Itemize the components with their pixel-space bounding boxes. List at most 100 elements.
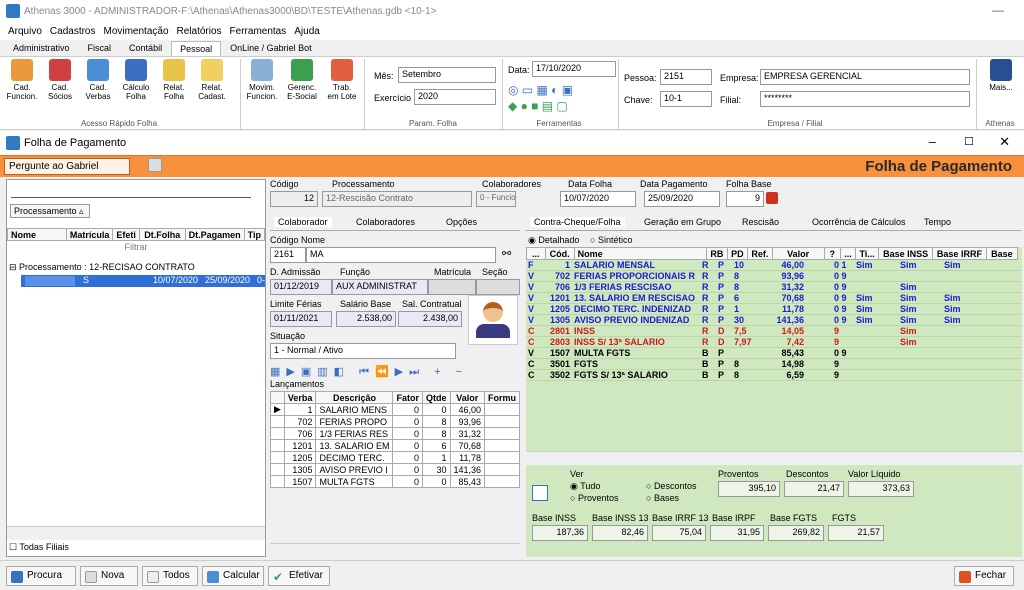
tab-contabil[interactable]: Contábil [120, 40, 171, 56]
cad-socios-button[interactable]: Cad. Sócios [42, 59, 78, 101]
trab-lote-button[interactable]: Trab. em Lote [324, 59, 360, 101]
movim-funcion-button[interactable]: Movim. Funcion. [244, 59, 280, 101]
print-icon[interactable] [532, 485, 548, 501]
col-fator[interactable]: Fator [392, 391, 423, 404]
table-row[interactable]: F 1 SALARIO MENSAL R P 10 46,00 0 1 Sim Sim Sim [526, 260, 1022, 271]
tab-rescisao[interactable]: Rescisão [742, 217, 779, 227]
table-row[interactable]: V 1305 AVISO PREVIO INDENIZAD R P 30 141,36 0 9… [526, 315, 1022, 326]
binoculars-icon[interactable]: ⚯ [502, 247, 511, 260]
alert-icon[interactable] [766, 192, 778, 204]
slider-track[interactable] [11, 184, 251, 198]
h-scrollbar[interactable] [7, 526, 265, 540]
filial-field[interactable]: ******** [760, 91, 970, 107]
data-pag-field[interactable]: 25/09/2020 [644, 191, 720, 207]
ver-proventos[interactable]: ○ Proventos [570, 493, 618, 503]
col-nome[interactable]: Nome [7, 228, 67, 241]
table-row[interactable]: C 3502 FGTS S/ 13ª SALARIO B P 8 6,59 9 [526, 370, 1022, 381]
tab-ocorrencia[interactable]: Ocorrência de Cálculos [812, 217, 906, 227]
table-row[interactable]: V 702 FERIAS PROPORCIONAIS R R P 8 93,96 0 9 [526, 271, 1022, 282]
table-row[interactable]: ▶ 1 SALARIO MENS 0 0 46,00 [270, 403, 521, 416]
col-formu[interactable]: Formu [484, 391, 521, 404]
tab-online[interactable]: OnLine / Gabriel Bot [221, 40, 321, 56]
table-row[interactable]: 1201 13. SALARIO EM 0 6 70,68 [270, 439, 521, 452]
menu-cadastros[interactable]: Cadastros [50, 26, 96, 37]
tab-pessoal[interactable]: Pessoal [171, 40, 222, 56]
menu-ferramentas[interactable]: Ferramentas [230, 26, 287, 37]
close-icon[interactable]: ✕ [999, 134, 1010, 150]
col-descricao[interactable]: Descrição [315, 391, 394, 404]
table-row[interactable]: C 2801 INSS R D 7,5 14,05 9 Sim [526, 326, 1022, 337]
colab-select[interactable]: 0 - Funcionários [476, 191, 516, 207]
radio-detalhado[interactable]: ◉ Detalhado [528, 235, 579, 246]
menu-relatorios[interactable]: Relatórios [177, 26, 222, 37]
table-row[interactable]: C 3501 FGTS B P 8 14,98 9 [526, 359, 1022, 370]
chave-field[interactable]: 10-1 [660, 91, 712, 107]
h-scrollbar[interactable] [526, 451, 1022, 463]
ver-bases[interactable]: ○ Bases [646, 493, 679, 503]
data-field[interactable]: 17/10/2020 [532, 61, 616, 77]
maximize-icon[interactable]: ☐ [964, 135, 974, 148]
menu-movimentacao[interactable]: Movimentação [103, 26, 168, 37]
efetivar-button[interactable]: ✔ Efetivar [268, 566, 330, 586]
relat-cadast-button[interactable]: Relat. Cadast. [194, 59, 230, 101]
cad-funcion-button[interactable]: Cad. Funcion. [4, 59, 40, 101]
tab-administrativo[interactable]: Administrativo [4, 40, 79, 56]
dadm-field[interactable]: 01/12/2019 [270, 279, 332, 295]
folha-base-field[interactable]: 9 [726, 191, 764, 207]
col-verba[interactable]: Verba [283, 391, 317, 404]
col-valor[interactable]: Valor [449, 391, 486, 404]
tab-colaboradores[interactable]: Colaboradores [356, 217, 415, 227]
fechar-button[interactable]: Fechar [954, 566, 1014, 586]
table-row[interactable]: C 2803 INSS S/ 13ª SALARIO R D 7,97 7,42 9 Sim [526, 337, 1022, 348]
table-row[interactable]: 1205 DECIMO TERC. 0 1 11,78 [270, 451, 521, 464]
calcular-button[interactable]: Calcular [202, 566, 264, 586]
todos-button[interactable]: Todos [142, 566, 198, 586]
matricula-field[interactable] [428, 279, 476, 295]
filter-row[interactable]: Filtrar [7, 242, 265, 252]
exercicio-select[interactable]: 2020 [414, 89, 496, 105]
toolbar-icons[interactable]: ◎ ▭ ▦ ◐ ▣ [508, 83, 573, 97]
pessoa-field[interactable]: 2151 [660, 69, 712, 85]
group-box[interactable]: Processamento ▵ [10, 204, 90, 218]
table-row[interactable]: 706 1/3 FERIAS RES 0 8 31,32 [270, 427, 521, 440]
col-qtde[interactable]: Qtde [421, 391, 451, 404]
procura-button[interactable]: Procura [6, 566, 76, 586]
table-row[interactable]: V 706 1/3 FERIAS RESCISAO R P 8 31,32 0 9 Sim [526, 282, 1022, 293]
toolbar-icons[interactable]: ◆ ● ■ ▤ ▢ [508, 99, 568, 113]
minimize-icon[interactable]: — [992, 3, 1004, 17]
tab-geracao-grupo[interactable]: Geração em Grupo [644, 217, 721, 227]
ver-descontos[interactable]: ○ Descontos [646, 481, 696, 491]
col-tip[interactable]: Tip [243, 228, 266, 241]
table-row[interactable]: 1507 MULTA FGTS 0 0 85,43 [270, 475, 521, 488]
group-row[interactable]: ⊟ Processamento : 12-RECISAO CONTRATO [9, 262, 195, 273]
radio-sintetico[interactable]: ○ Sintético [590, 235, 632, 245]
col-efeti[interactable]: Efeti [112, 228, 140, 241]
cad-verbas-button[interactable]: Cad. Verbas [80, 59, 116, 101]
relat-folha-button[interactable]: Relat. Folha [156, 59, 192, 101]
col-dtfolha[interactable]: Dt.Folha [138, 228, 186, 241]
salc-field[interactable]: 2.438,00 [398, 311, 462, 327]
salb-field[interactable]: 2.538,00 [336, 311, 396, 327]
gabriel-icon[interactable] [148, 158, 162, 172]
empresa-field[interactable]: EMPRESA GERENCIAL [760, 69, 970, 85]
col-matricula[interactable]: Matrícula [65, 228, 114, 241]
codigo-field[interactable]: 12 [270, 191, 318, 207]
menu-ajuda[interactable]: Ajuda [294, 26, 320, 37]
funcao-field[interactable]: AUX ADMINISTRAT [332, 279, 428, 295]
table-row[interactable]: V 1507 MULTA FGTS B P 85,43 0 9 [526, 348, 1022, 359]
table-row[interactable]: 702 FERIAS PROPO 0 8 93,96 [270, 415, 521, 428]
secao-field[interactable] [476, 279, 520, 295]
mais-button[interactable]: Mais... [982, 59, 1020, 92]
table-row[interactable]: V 1205 DECIMO TERC. INDENIZAD R P 1 11,78 0 9 Si… [526, 304, 1022, 315]
lanc-toolbar[interactable]: ▦▶▣▥◧ ⏮⏪▶⏭ + − [270, 365, 520, 379]
ver-tudo[interactable]: ◉ Tudo [570, 481, 600, 492]
h-scrollbar[interactable] [270, 543, 520, 555]
limf-field[interactable]: 01/11/2021 [270, 311, 332, 327]
tab-contracheque[interactable]: Contra-Cheque/Folha [530, 217, 625, 227]
todas-filiais-checkbox[interactable]: ☐ Todas Filiais [9, 542, 69, 553]
data-folha-field[interactable]: 10/07/2020 [560, 191, 636, 207]
tab-colaborador[interactable]: Colaborador [274, 217, 332, 227]
menu-arquivo[interactable]: Arquivo [8, 26, 42, 37]
minimize-icon[interactable]: – [929, 134, 936, 149]
cod-field[interactable]: 2161 [270, 247, 306, 263]
